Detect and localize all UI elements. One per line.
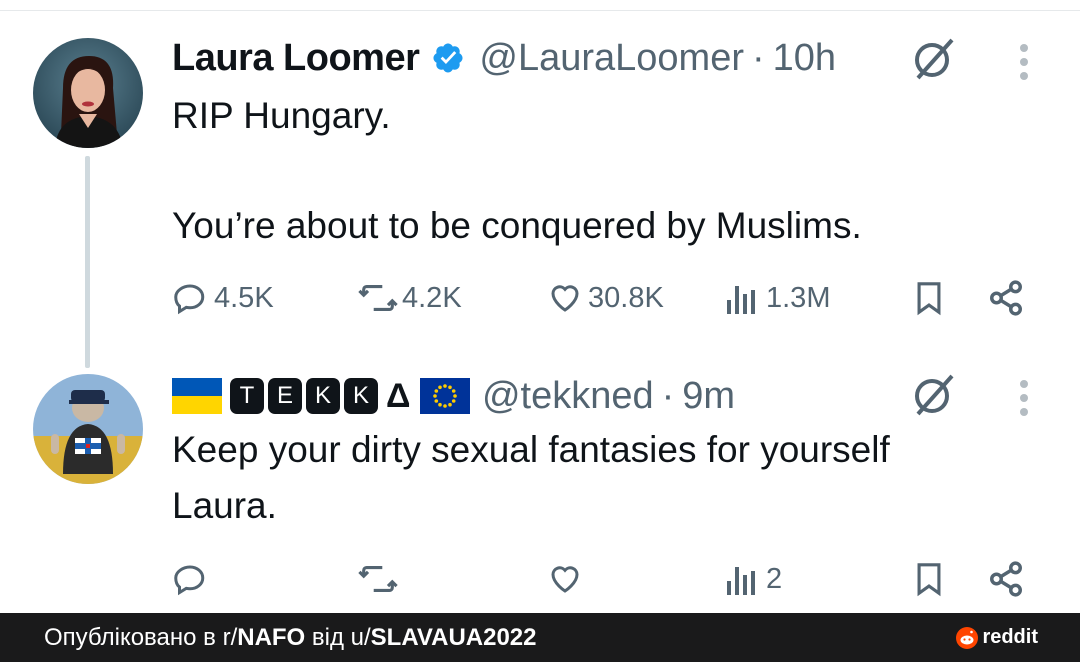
more-options-icon[interactable] xyxy=(1016,378,1032,423)
more-options-icon[interactable] xyxy=(1016,42,1032,87)
tweet2-text-line1: Keep your dirty sexual fantasies for you… xyxy=(172,429,890,470)
like-button[interactable] xyxy=(546,555,584,603)
avatar-tekkned[interactable] xyxy=(33,374,143,484)
bookmark-button[interactable] xyxy=(912,555,946,603)
tweet1-timestamp[interactable]: 10h xyxy=(773,37,836,80)
tweet1-header: Laura Loomer @LauraLoomer · 10h xyxy=(172,34,836,82)
tweet1-actions: 4.5K 4.2K 30.8K 1.3M xyxy=(172,274,1032,322)
verified-badge-icon xyxy=(431,41,465,75)
tweet1-handle[interactable]: @LauraLoomer xyxy=(479,37,744,80)
reply-button[interactable]: 4.5K xyxy=(172,274,274,322)
bookmark-icon xyxy=(912,560,946,598)
tweet1-text-line2: You’re about to be conquered by Muslims. xyxy=(172,205,862,246)
top-divider xyxy=(0,10,1080,11)
repost-icon xyxy=(358,280,398,316)
bookmark-button[interactable] xyxy=(912,274,946,322)
views-button[interactable]: 2 xyxy=(726,555,782,603)
tekk-letter: T xyxy=(230,378,264,414)
grok-icon[interactable] xyxy=(910,36,956,87)
bookmark-icon xyxy=(912,279,946,317)
heart-icon xyxy=(546,280,584,316)
tweet2-separator: · xyxy=(661,374,675,417)
tekk-letter: K xyxy=(344,378,378,414)
share-button[interactable] xyxy=(987,274,1025,322)
user-link[interactable]: SLAVAUA2022 xyxy=(371,624,537,651)
credit-middle: від u/ xyxy=(305,624,371,651)
tekk-name-blocks[interactable]: T E K K xyxy=(230,378,378,414)
eu-flag-icon xyxy=(419,378,470,414)
subreddit-link[interactable]: NAFO xyxy=(237,624,305,651)
reply-icon xyxy=(172,280,208,316)
reddit-snoo-icon xyxy=(956,626,979,649)
delta-symbol: Δ xyxy=(386,376,410,415)
tweet2-header: T E K K Δ @tekkned · 9m xyxy=(172,372,735,420)
tweet1-author-name[interactable]: Laura Loomer xyxy=(172,37,420,80)
heart-icon xyxy=(546,561,584,597)
thread-connector-line xyxy=(85,156,90,368)
tweet1-text-line1: RIP Hungary. xyxy=(172,95,391,136)
tweet2-actions: 2 xyxy=(172,555,1032,603)
tweet2-timestamp[interactable]: 9m xyxy=(682,375,735,418)
reddit-footer-bar: Опубліковано в r/NAFO від u/SLAVAUA2022 … xyxy=(0,613,1080,662)
grok-icon[interactable] xyxy=(910,372,956,423)
reply-button[interactable] xyxy=(172,555,208,603)
repost-button[interactable] xyxy=(358,555,398,603)
views-chart-icon xyxy=(726,280,760,316)
share-icon xyxy=(987,560,1025,598)
tweet1-separator: · xyxy=(752,36,765,79)
views-chart-icon xyxy=(726,561,760,597)
repost-icon xyxy=(358,561,398,597)
share-icon xyxy=(987,279,1025,317)
ukraine-flag-icon xyxy=(172,378,222,414)
reddit-wordmark: reddit xyxy=(982,626,1038,648)
avatar-laura-loomer[interactable] xyxy=(33,38,143,148)
reply-count: 4.5K xyxy=(214,281,274,314)
tweet2-handle[interactable]: @tekkned xyxy=(482,375,654,418)
tekk-letter: K xyxy=(306,378,340,414)
credit-prefix: Опубліковано в r/ xyxy=(44,624,238,651)
like-count: 30.8K xyxy=(588,281,664,314)
tekk-letter: E xyxy=(268,378,302,414)
repost-count: 4.2K xyxy=(402,281,462,314)
views-button[interactable]: 1.3M xyxy=(726,274,830,322)
reply-icon xyxy=(172,561,208,597)
repost-button[interactable]: 4.2K xyxy=(358,274,462,322)
views-count: 2 xyxy=(766,562,783,595)
reddit-logo: reddit xyxy=(956,626,1038,649)
post-credit: Опубліковано в r/NAFO від u/SLAVAUA2022 xyxy=(44,624,537,652)
tweet2-text-line2: Laura. xyxy=(172,485,277,526)
like-button[interactable]: 30.8K xyxy=(546,274,664,322)
share-button[interactable] xyxy=(987,555,1025,603)
views-count: 1.3M xyxy=(766,281,831,314)
